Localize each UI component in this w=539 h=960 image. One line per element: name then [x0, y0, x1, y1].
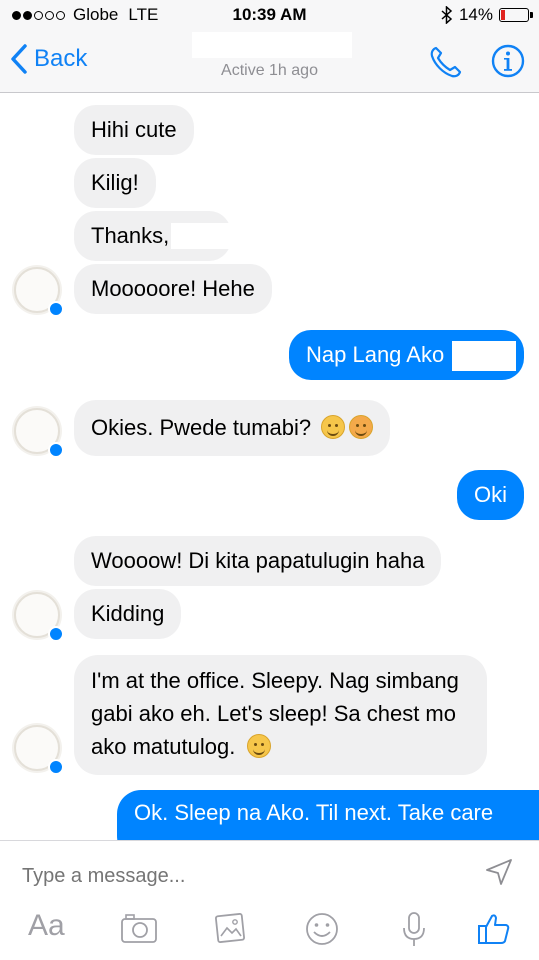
contact-avatar[interactable]: [12, 406, 64, 458]
contact-avatar[interactable]: [12, 265, 64, 317]
composer: Aa: [0, 840, 539, 960]
message-incoming[interactable]: Kidding: [74, 589, 182, 639]
composer-toolbar: Aa: [0, 907, 539, 957]
contact-avatar[interactable]: [12, 590, 64, 642]
bluetooth-icon: [441, 6, 453, 24]
redacted-name: [171, 223, 232, 249]
contact-name-redacted: [192, 32, 352, 58]
text-format-button[interactable]: Aa: [28, 909, 65, 943]
send-icon[interactable]: [484, 857, 514, 887]
battery-percent: 14%: [458, 5, 493, 24]
redacted-text: [452, 341, 517, 371]
message-incoming[interactable]: Okies. Pwede tumabi?: [74, 400, 391, 456]
battery-info: 14%: [441, 5, 533, 25]
tongue-emoji: [349, 415, 374, 439]
phone-icon[interactable]: [428, 44, 464, 80]
message-text: Okies. Pwede tumabi?: [91, 415, 312, 440]
message-text: Nap Lang Ako: [306, 342, 445, 367]
message-outgoing[interactable]: Ok. Sleep na Ako. Til next. Take care: [117, 790, 539, 840]
message-incoming[interactable]: Woooow! Di kita papatulugin haha: [74, 536, 442, 586]
blush-emoji: [247, 734, 272, 758]
contact-avatar[interactable]: [12, 723, 64, 775]
message-text: I'm at the office. Sleepy. Nag simbang g…: [91, 668, 459, 759]
thumbs-up-icon[interactable]: [476, 911, 512, 947]
battery-icon: [499, 8, 533, 22]
conversation-header: Back Active 1h ago: [0, 32, 539, 93]
message-text: Thanks,: [91, 223, 170, 248]
message-incoming[interactable]: Thanks,: [74, 211, 232, 261]
camera-icon[interactable]: [120, 911, 158, 945]
smiley-icon[interactable]: [304, 911, 340, 947]
message-incoming[interactable]: I'm at the office. Sleepy. Nag simbang g…: [74, 655, 487, 775]
gallery-icon[interactable]: [214, 911, 248, 945]
message-input[interactable]: [22, 861, 452, 891]
message-incoming[interactable]: Mooooore! Hehe: [74, 264, 272, 314]
message-list[interactable]: Hihi cute Kilig! Thanks, Mooooore! Hehe …: [0, 93, 539, 840]
grin-emoji: [321, 415, 346, 439]
status-bar: Globe LTE 10:39 AM 14%: [0, 0, 539, 32]
message-incoming[interactable]: Kilig!: [74, 158, 156, 208]
message-outgoing[interactable]: Nap Lang Ako: [289, 330, 525, 380]
message-outgoing[interactable]: Oki: [457, 470, 524, 520]
microphone-icon[interactable]: [400, 911, 428, 949]
info-icon[interactable]: [490, 43, 526, 79]
message-incoming[interactable]: Hihi cute: [74, 105, 194, 155]
